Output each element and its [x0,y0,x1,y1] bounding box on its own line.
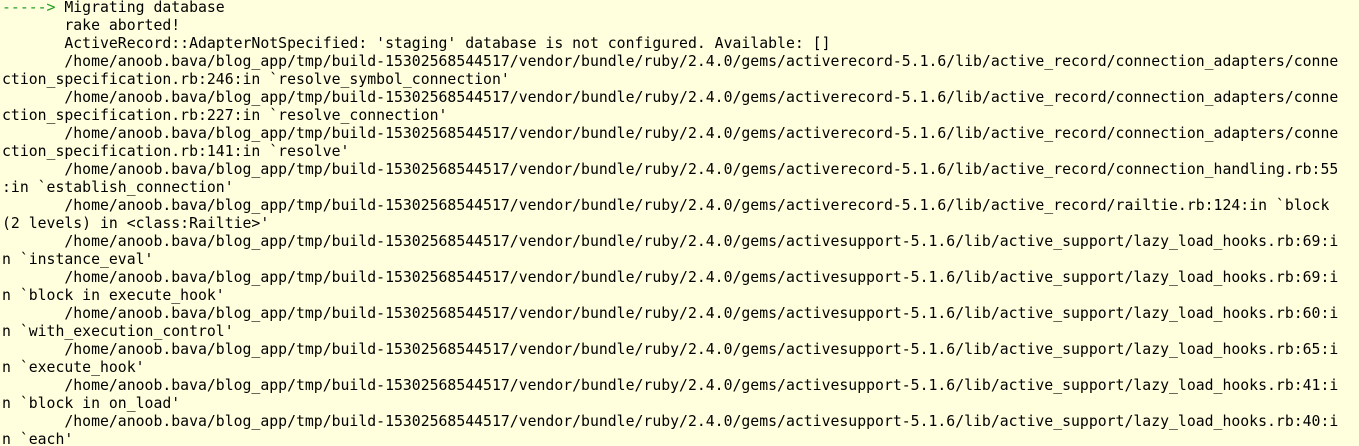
output-line: /home/anoob.bava/blog_app/tmp/build-1530… [2,233,1339,250]
output-line: /home/anoob.bava/blog_app/tmp/build-1530… [2,413,1339,430]
terminal-output[interactable]: -----> Migrating database rake aborted! … [0,0,1359,446]
output-line: n `each' [2,431,74,446]
output-line: ActiveRecord::AdapterNotSpecified: 'stag… [2,35,831,52]
output-line: n `execute_hook' [2,359,145,376]
output-line: n `block in on_load' [2,395,181,412]
output-line: /home/anoob.bava/blog_app/tmp/build-1530… [2,377,1339,394]
output-line: /home/anoob.bava/blog_app/tmp/build-1530… [2,161,1339,178]
output-line: ction_specification.rb:141:in `resolve' [2,143,350,160]
output-line: /home/anoob.bava/blog_app/tmp/build-1530… [2,53,1339,70]
output-line: /home/anoob.bava/blog_app/tmp/build-1530… [2,269,1339,286]
output-line: /home/anoob.bava/blog_app/tmp/build-1530… [2,125,1339,142]
output-line: rake aborted! [2,17,181,34]
output-line: /home/anoob.bava/blog_app/tmp/build-1530… [2,197,1330,214]
output-line: /home/anoob.bava/blog_app/tmp/build-1530… [2,341,1339,358]
migration-header-line: -----> Migrating database [2,0,225,17]
output-line: n `with_execution_control' [2,323,234,340]
output-line: /home/anoob.bava/blog_app/tmp/build-1530… [2,305,1339,322]
output-line: ction_specification.rb:227:in `resolve_c… [2,107,448,124]
output-line: :in `establish_connection' [2,179,234,196]
arrow-marker: -----> [2,0,56,16]
output-line: ction_specification.rb:246:in `resolve_s… [2,71,510,88]
output-line: n `block in execute_hook' [2,287,225,304]
output-line: n `instance_eval' [2,251,154,268]
output-line: /home/anoob.bava/blog_app/tmp/build-1530… [2,89,1339,106]
output-line: (2 levels) in <class:Railtie>' [2,215,270,232]
header-text: Migrating database [55,0,225,16]
